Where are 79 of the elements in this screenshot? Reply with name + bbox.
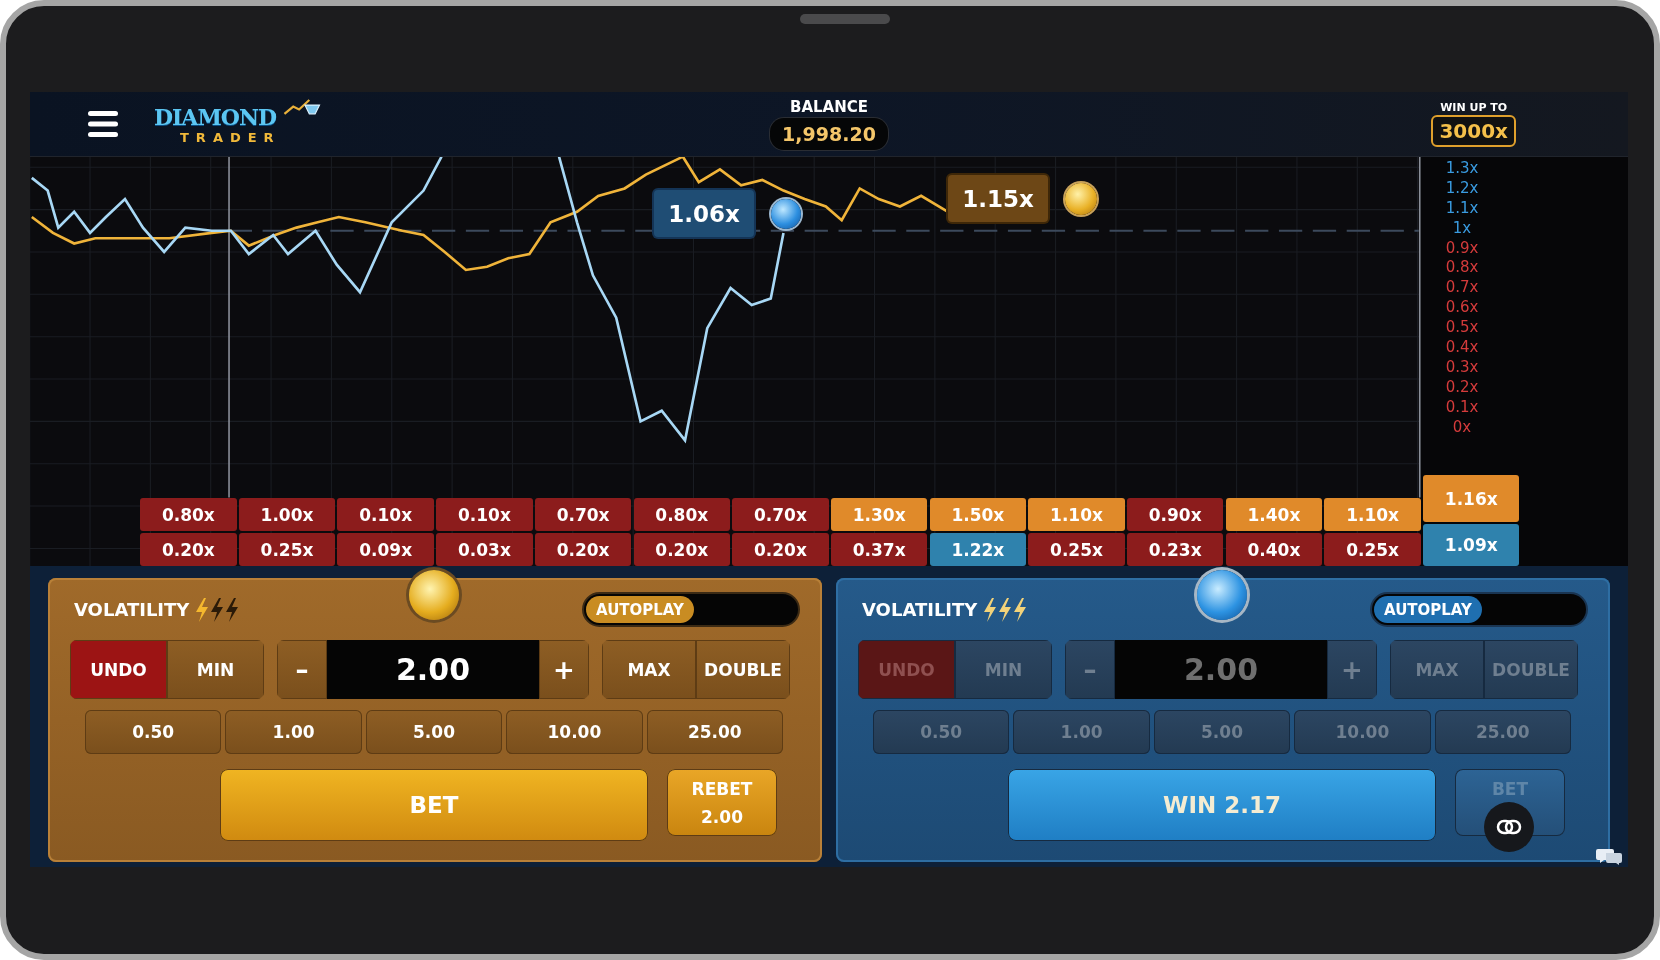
multiplier-cell: 0.10x xyxy=(337,498,434,531)
multiplier-cell: 0.25x xyxy=(1028,533,1125,566)
axis-label: 1x xyxy=(1452,218,1472,239)
multiplier-cell: 0.20x xyxy=(140,533,237,566)
logo-title: DIAMOND xyxy=(154,103,277,131)
multiplier-cell: 0.70x xyxy=(534,498,632,531)
multiplier-cell: 0.80x xyxy=(633,498,731,531)
volatility-label: VOLATILITY xyxy=(74,599,190,620)
multiplier-cell: 0.20x xyxy=(633,533,731,566)
increase-button[interactable]: + xyxy=(539,640,589,699)
lightning-icon xyxy=(210,597,225,622)
axis-label: 0.2x xyxy=(1445,377,1479,398)
chip-button[interactable]: 25.00 xyxy=(646,710,783,754)
multiplier-cell: 0.37x xyxy=(830,533,928,566)
min-button[interactable]: MIN xyxy=(167,640,264,699)
autoplay-toggle[interactable]: AUTOPLAY xyxy=(582,592,800,627)
multiplier-cell: 0.20x xyxy=(534,533,632,566)
win-up-to-label: WIN UP TO xyxy=(1440,101,1508,114)
multiplier-cell: 0.25x xyxy=(1324,533,1421,566)
lightning-icon xyxy=(1013,597,1028,622)
multiplier-cell: 0.09x xyxy=(337,533,434,566)
axis-label: 0.9x xyxy=(1445,238,1479,259)
multiplier-tag: 1.15x xyxy=(948,175,1048,222)
bet-amount-field[interactable]: 2.00 xyxy=(327,640,539,699)
axis-label: 0.8x xyxy=(1445,258,1479,279)
undo-button[interactable]: UNDO xyxy=(70,640,167,699)
multiplier-cell: 0.20x xyxy=(732,533,829,566)
lightning-icon xyxy=(983,597,998,622)
multiplier-cell: 1.22x xyxy=(929,533,1027,566)
gem-icon xyxy=(1197,570,1247,620)
axis-label: 0.7x xyxy=(1445,278,1479,299)
bet-button[interactable]: BET xyxy=(220,769,648,841)
multiplier-cell: 1.30x xyxy=(830,498,928,531)
chip-button[interactable]: 1.00 xyxy=(225,710,362,754)
multiplier-cell: 0.25x xyxy=(238,533,336,566)
menu-icon[interactable] xyxy=(88,110,118,138)
chip-button[interactable]: 5.00 xyxy=(365,710,503,754)
chip-button[interactable]: 0.50 xyxy=(85,710,222,754)
multiplier-cell: 1.00x xyxy=(238,498,336,531)
balance-label: BALANCE xyxy=(789,98,868,116)
axis-label: 1.2x xyxy=(1445,178,1479,199)
axis-label: 0.4x xyxy=(1445,338,1479,358)
axis-label: 0.5x xyxy=(1445,318,1479,338)
logo-subtitle: TRADER xyxy=(179,131,281,145)
max-multiplier-badge: 3000x xyxy=(1431,115,1516,147)
axis-label: 0x xyxy=(1452,417,1472,438)
max-button[interactable]: MAX xyxy=(602,640,696,699)
axis-label: 1.3x xyxy=(1445,159,1479,179)
chat-icon[interactable] xyxy=(1596,847,1622,865)
multiplier-cell: 1.09x xyxy=(1423,524,1520,566)
coin-icon xyxy=(409,570,459,620)
multiplier-cell: 1.10x xyxy=(1324,498,1421,531)
double-button[interactable]: DOUBLE xyxy=(696,640,790,699)
multiplier-cell: 0.70x xyxy=(732,498,829,531)
multiplier-cell: 1.50x xyxy=(929,498,1027,531)
volatility-label: VOLATILITY xyxy=(862,599,978,620)
balance-value: 1,998.20 xyxy=(770,118,888,150)
chip-button[interactable]: 10.00 xyxy=(506,710,643,754)
decrease-button[interactable]: – xyxy=(277,640,327,699)
multiplier-cell: 0.10x xyxy=(436,498,533,531)
axis-label: 0.1x xyxy=(1445,397,1479,418)
axis-label: 0.6x xyxy=(1445,298,1479,319)
axis-label: 0.3x xyxy=(1445,357,1479,378)
multiplier-cell: 0.80x xyxy=(140,498,237,531)
axis-label: 1.1x xyxy=(1445,198,1479,219)
multiplier-cell: 0.40x xyxy=(1225,533,1323,566)
multiplier-cell: 1.16x xyxy=(1423,475,1520,522)
multiplier-cell: 1.10x xyxy=(1028,498,1125,531)
gem-icon xyxy=(771,198,801,229)
lightning-icon xyxy=(998,597,1013,622)
multiplier-cell: 0.23x xyxy=(1126,533,1224,566)
multiplier-cell: 1.40x xyxy=(1225,498,1323,531)
multiplier-cell: 0.03x xyxy=(436,533,533,566)
coin-icon xyxy=(1065,182,1097,215)
multiplier-cell: 0.90x xyxy=(1126,498,1224,531)
rebet-button[interactable]: REBET 2.00 xyxy=(667,769,777,836)
lightning-icon xyxy=(225,597,240,622)
multiplier-tag: 1.06x xyxy=(654,190,754,237)
lightning-icon xyxy=(195,597,210,622)
